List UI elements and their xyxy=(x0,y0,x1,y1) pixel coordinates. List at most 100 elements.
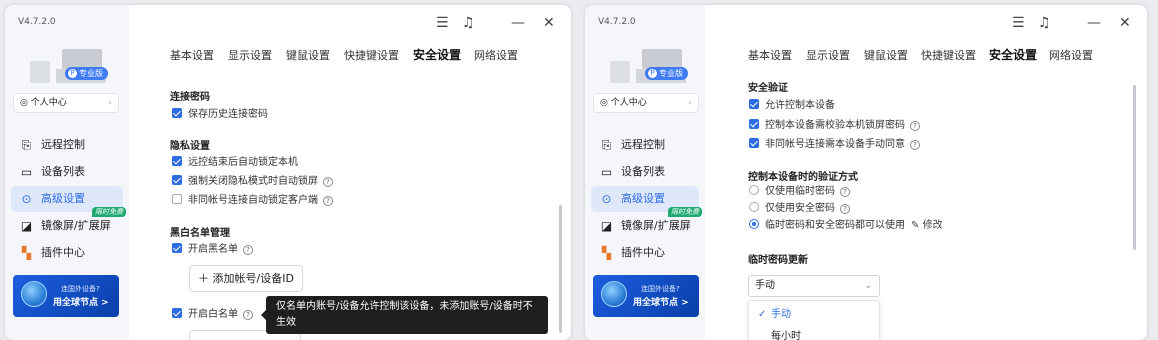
check-lock-password-checkbox[interactable]: 控制本设备需校验本机锁屏密码? xyxy=(749,119,920,133)
sidebar-item-label: 高级设置 xyxy=(41,192,85,205)
tab-display[interactable]: 显示设置 xyxy=(806,47,850,63)
global-node-promo[interactable]: 连国外设备? 用全球节点 > xyxy=(13,275,119,317)
global-node-promo[interactable]: 连国外设备? 用全球节点 > xyxy=(593,275,699,317)
minimize-icon[interactable]: — xyxy=(511,15,525,31)
tab-security[interactable]: 安全设置 xyxy=(413,46,461,63)
non-same-account-confirm-checkbox[interactable]: 非同帐号连接需本设备手动同意? xyxy=(749,138,920,152)
help-icon[interactable]: ? xyxy=(243,245,253,255)
save-history-checkbox[interactable]: 保存历史连接密码 xyxy=(172,108,268,122)
device-list-icon: ▭ xyxy=(600,165,613,179)
checkbox-label: 非同帐号连接需本设备手动同意 xyxy=(765,139,905,150)
tab-shortcuts[interactable]: 快捷键设置 xyxy=(921,47,976,63)
sidebar-item-plugins[interactable]: ▚ 插件中心 xyxy=(591,240,699,266)
tab-basic[interactable]: 基本设置 xyxy=(170,47,214,63)
help-icon[interactable]: ? xyxy=(840,187,850,197)
select-value: 手动 xyxy=(755,280,775,291)
personal-center-button[interactable]: ◎ 个人中心 › xyxy=(13,93,119,113)
help-icon[interactable]: ? xyxy=(243,310,253,320)
checkbox-unchecked[interactable] xyxy=(172,194,182,204)
tab-network[interactable]: 网络设置 xyxy=(1049,47,1093,63)
checkbox-checked[interactable] xyxy=(749,138,759,148)
radio-selected[interactable] xyxy=(749,219,759,229)
version-label: V4.7.2.0 xyxy=(598,17,636,27)
tab-basic[interactable]: 基本设置 xyxy=(748,47,792,63)
close-icon[interactable]: ✕ xyxy=(543,15,555,31)
pro-badge-label: 专业版 xyxy=(79,69,103,78)
sidebar-item-mirror[interactable]: ◪ 镜像屏/扩展屏 限时免费 xyxy=(591,207,702,239)
tab-mouse-keyboard[interactable]: 键鼠设置 xyxy=(864,47,908,63)
tab-mouse-keyboard[interactable]: 键鼠设置 xyxy=(286,47,330,63)
menu-icon[interactable]: ☰ xyxy=(436,15,449,31)
update-frequency-select[interactable]: 手动 ⌄ xyxy=(748,275,880,297)
non-same-account-lock-checkbox[interactable]: 非同帐号连接自动锁定客户端? xyxy=(172,194,333,208)
scrollbar[interactable] xyxy=(559,205,562,333)
plus-icon: ＋ xyxy=(198,272,209,285)
checkbox-checked[interactable] xyxy=(172,108,182,118)
modify-link[interactable]: ✎ 修改 xyxy=(911,220,943,231)
notification-bell-icon[interactable]: ♫ xyxy=(462,15,475,31)
tab-shortcuts[interactable]: 快捷键设置 xyxy=(344,47,399,63)
section-title-verification-method: 控制本设备时的验证方式 xyxy=(748,172,858,183)
chevron-right-icon: › xyxy=(108,98,112,108)
enable-whitelist-checkbox[interactable]: 开启白名单? xyxy=(172,308,253,322)
close-icon[interactable]: ✕ xyxy=(1119,15,1131,31)
chevron-down-icon: ⌄ xyxy=(864,281,872,291)
radio-unselected[interactable] xyxy=(749,185,759,195)
dropdown-option-hourly[interactable]: 每小时 xyxy=(749,326,879,340)
checkbox-checked[interactable] xyxy=(749,119,759,129)
checkbox-checked[interactable] xyxy=(172,308,182,318)
sidebar-item-devices[interactable]: ▭ 设备列表 xyxy=(591,159,699,185)
chevron-right-icon: › xyxy=(688,98,692,108)
radio-safe-password-only[interactable]: 仅使用安全密码? xyxy=(749,202,850,216)
globe-icon xyxy=(21,281,47,307)
help-icon[interactable]: ? xyxy=(323,177,333,187)
checkbox-label: 控制本设备需校验本机锁屏密码 xyxy=(765,120,905,131)
tab-network[interactable]: 网络设置 xyxy=(474,47,518,63)
sidebar-item-label: 插件中心 xyxy=(621,246,665,259)
sidebar-item-mirror[interactable]: ◪ 镜像屏/扩展屏 限时免费 xyxy=(11,207,126,239)
radio-label: 仅使用安全密码 xyxy=(765,203,835,214)
sidebar-item-plugins[interactable]: ▚ 插件中心 xyxy=(11,240,123,266)
help-icon[interactable]: ? xyxy=(910,140,920,150)
enable-blacklist-checkbox[interactable]: 开启黑名单? xyxy=(172,243,253,257)
checkbox-label: 开启黑名单 xyxy=(188,244,238,255)
checkbox-checked[interactable] xyxy=(749,99,759,109)
checkbox-label: 允许控制本设备 xyxy=(765,100,835,111)
remote-control-icon: ⎘ xyxy=(601,138,612,152)
minimize-icon[interactable]: — xyxy=(1087,15,1101,31)
sidebar: V4.7.2.0 P 专业版 ◎ 个人中心 › ⎘ 远程控制 ▭ 设备列表 ⊙ 高级设置 … xyxy=(585,5,705,340)
auto-lock-checkbox[interactable]: 远控结束后自动锁定本机 xyxy=(172,156,298,170)
radio-unselected[interactable] xyxy=(749,202,759,212)
pro-badge: P 专业版 xyxy=(65,67,108,80)
menu-icon[interactable]: ☰ xyxy=(1012,15,1025,31)
remote-control-icon: ⎘ xyxy=(21,138,32,152)
allow-control-checkbox[interactable]: 允许控制本设备 xyxy=(749,99,835,113)
notification-bell-icon[interactable]: ♫ xyxy=(1038,15,1051,31)
add-account-button[interactable]: ＋ 添加帐号/设备ID xyxy=(189,265,303,292)
promo-line2: 用全球节点 > xyxy=(53,298,109,308)
sidebar-item-devices[interactable]: ▭ 设备列表 xyxy=(11,159,123,185)
checkbox-checked[interactable] xyxy=(172,175,182,185)
radio-temp-password-only[interactable]: 仅使用临时密码? xyxy=(749,185,850,199)
tab-security[interactable]: 安全设置 xyxy=(989,46,1037,63)
sidebar-item-label: 设备列表 xyxy=(621,165,665,178)
checkbox-label: 非同帐号连接自动锁定客户端 xyxy=(188,195,318,206)
checkbox-checked[interactable] xyxy=(172,156,182,166)
sidebar-item-remote[interactable]: ⎘ 远程控制 xyxy=(11,132,123,158)
radio-both-passwords[interactable]: 临时密码和安全密码都可以使用 ✎ 修改 xyxy=(749,219,943,233)
help-icon[interactable]: ? xyxy=(840,204,850,214)
help-icon[interactable]: ? xyxy=(910,121,920,131)
gear-icon: ⊙ xyxy=(601,192,612,206)
personal-center-button[interactable]: ◎ 个人中心 › xyxy=(593,93,699,113)
scrollbar[interactable] xyxy=(1133,85,1136,250)
checkbox-checked[interactable] xyxy=(172,243,182,253)
version-label: V4.7.2.0 xyxy=(18,17,56,27)
pro-badge-label: 专业版 xyxy=(659,69,683,78)
help-icon[interactable]: ? xyxy=(323,196,333,206)
gear-icon: ⊙ xyxy=(21,192,32,206)
dropdown-option-manual[interactable]: ✓ 手动 xyxy=(749,304,879,326)
sidebar-item-remote[interactable]: ⎘ 远程控制 xyxy=(591,132,699,158)
section-title-connection-password: 连接密码 xyxy=(170,92,210,103)
force-lock-checkbox[interactable]: 强制关闭隐私模式时自动锁屏? xyxy=(172,175,333,189)
tab-display[interactable]: 显示设置 xyxy=(228,47,272,63)
